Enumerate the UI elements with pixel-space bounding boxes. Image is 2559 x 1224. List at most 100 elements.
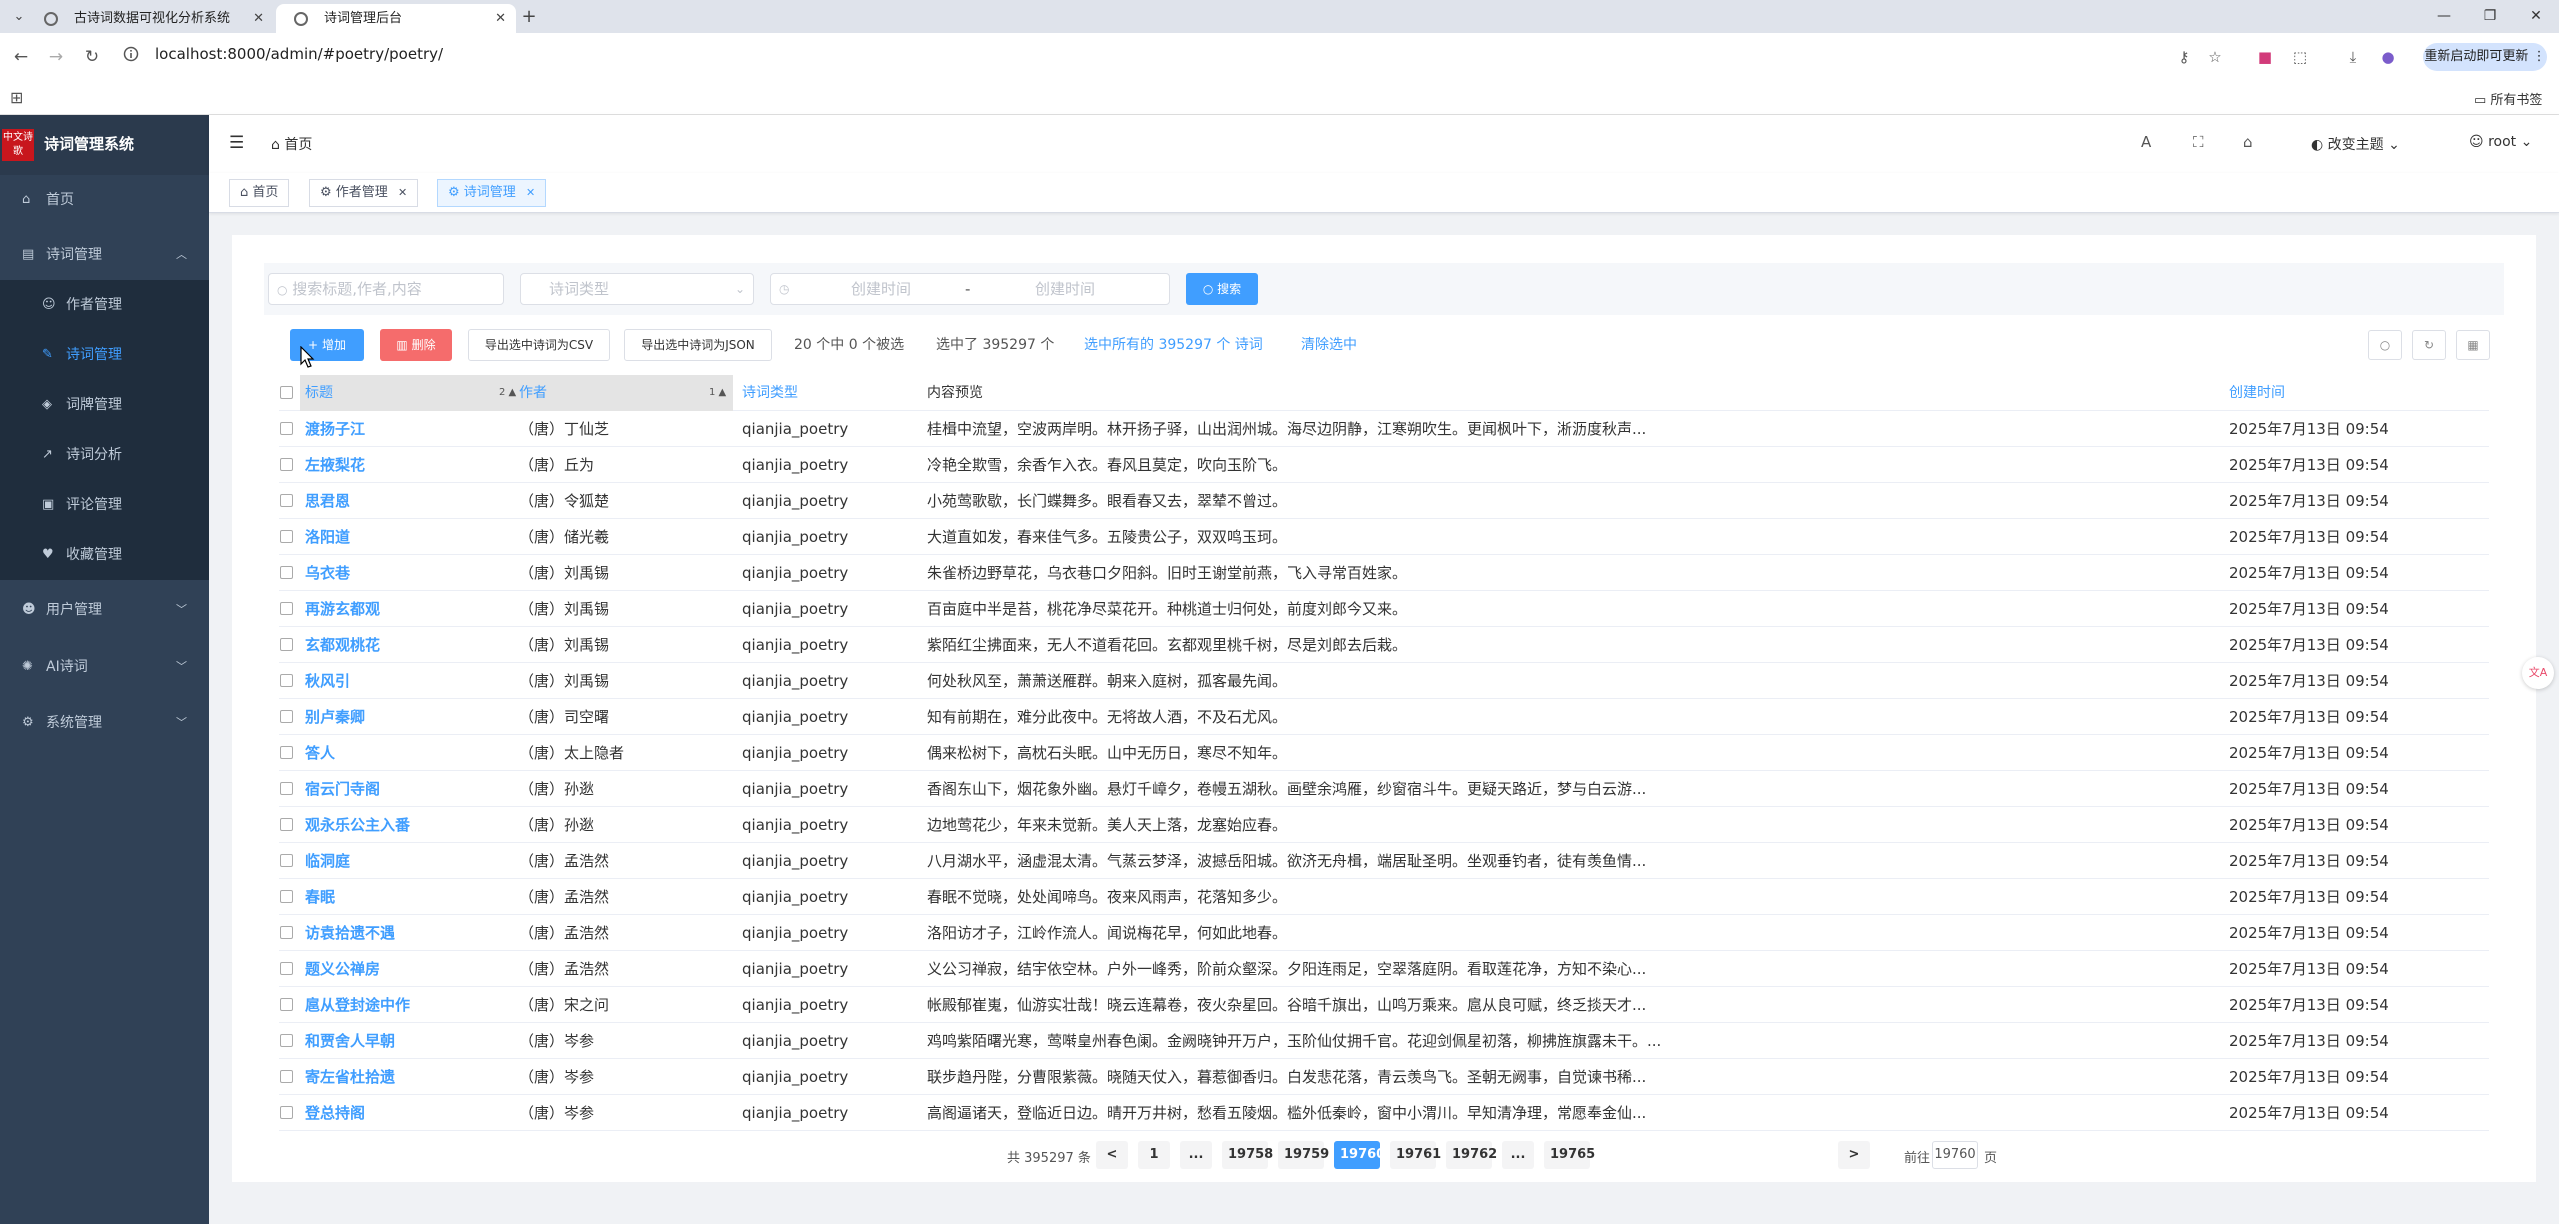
column-type[interactable]: 诗词类型	[742, 375, 798, 411]
cell-title[interactable]: 秋风引	[305, 663, 505, 699]
delete-button[interactable]: ▥ 删除	[380, 329, 452, 361]
browser-tab-visual[interactable]: 古诗词数据可视化分析系统 ✕	[26, 4, 274, 33]
sidebar-item-cipai[interactable]: ◈ 词牌管理	[0, 380, 209, 430]
close-icon[interactable]: ✕	[398, 186, 407, 199]
page-button[interactable]: 19765	[1544, 1141, 1595, 1169]
date-range-picker[interactable]: ◷ 创建时间 - 创建时间	[770, 273, 1170, 305]
fullscreen-icon[interactable]: ⛶	[2193, 133, 2204, 151]
translate-float-icon[interactable]: 文A	[2522, 657, 2554, 689]
tag-authors[interactable]: ⚙ 作者管理 ✕	[309, 179, 419, 207]
sidebar-item-poetry-group[interactable]: ▤ 诗词管理 ︿	[0, 230, 209, 280]
page-button[interactable]: 1	[1138, 1141, 1170, 1169]
sidebar-item-ai[interactable]: ✺ AI诗词 ﹀	[0, 642, 209, 692]
apps-grid-icon[interactable]: ⊞	[10, 88, 23, 107]
minimize-icon[interactable]: —	[2424, 4, 2464, 28]
export-json-button[interactable]: 导出选中诗词为JSON	[624, 329, 772, 361]
page-ellipsis[interactable]: ...	[1180, 1141, 1212, 1169]
tag-home[interactable]: ⌂ 首页	[229, 179, 290, 207]
row-checkbox[interactable]	[280, 1070, 293, 1083]
cell-title[interactable]: 别卢秦卿	[305, 699, 505, 735]
sidebar-item-system[interactable]: ⚙ 系统管理 ﹀	[0, 698, 209, 748]
row-checkbox[interactable]	[280, 494, 293, 507]
cell-title[interactable]: 洛阳道	[305, 519, 505, 555]
select-all-link[interactable]: 选中所有的 395297 个 诗词	[1084, 334, 1263, 354]
page-button[interactable]: 19760	[1334, 1141, 1385, 1169]
extension-translate-icon[interactable]: ■	[2253, 45, 2277, 69]
cell-title[interactable]: 左掖梨花	[305, 447, 505, 483]
sidebar-item-poetry[interactable]: ✎ 诗词管理	[0, 330, 209, 380]
row-checkbox[interactable]	[280, 926, 293, 939]
window-close-icon[interactable]: ✕	[2516, 4, 2556, 28]
cell-title[interactable]: 和贾舍人早朝	[305, 1023, 505, 1059]
row-checkbox[interactable]	[280, 422, 293, 435]
profile-icon[interactable]: ●	[2376, 45, 2400, 69]
prev-page-button[interactable]: <	[1096, 1141, 1128, 1169]
sidebar-item-analysis[interactable]: ↗ 诗词分析	[0, 430, 209, 480]
cell-title[interactable]: 春眠	[305, 879, 505, 915]
sidebar-item-authors[interactable]: ☺ 作者管理	[0, 280, 209, 330]
page-button[interactable]: 19758	[1222, 1141, 1273, 1169]
table-search-button[interactable]: ○	[2368, 330, 2402, 360]
row-checkbox[interactable]	[280, 782, 293, 795]
cell-title[interactable]: 登总持阁	[305, 1095, 505, 1131]
font-size-icon[interactable]: A	[2141, 133, 2151, 151]
cell-title[interactable]: 题义公禅房	[305, 951, 505, 987]
select-all-checkbox[interactable]	[280, 386, 293, 399]
home-icon[interactable]: ⌂	[2243, 133, 2253, 151]
star-icon[interactable]: ☆	[2203, 45, 2227, 69]
goto-page-input[interactable]: 19760	[1932, 1141, 1978, 1169]
row-checkbox[interactable]	[280, 530, 293, 543]
cell-title[interactable]: 思君恩	[305, 483, 505, 519]
site-info-icon[interactable]	[123, 46, 139, 62]
menu-toggle-icon[interactable]: ☰	[229, 133, 244, 153]
row-checkbox[interactable]	[280, 602, 293, 615]
export-csv-button[interactable]: 导出选中诗词为CSV	[468, 329, 610, 361]
row-checkbox[interactable]	[280, 1106, 293, 1119]
row-checkbox[interactable]	[280, 1034, 293, 1047]
row-checkbox[interactable]	[280, 566, 293, 579]
sidebar-item-users[interactable]: ☻ 用户管理 ﹀	[0, 585, 209, 635]
page-button[interactable]: 19759	[1278, 1141, 1329, 1169]
start-date-input[interactable]: 创建时间	[851, 274, 911, 304]
user-dropdown[interactable]: ☺ root ⌄	[2469, 134, 2532, 150]
end-date-input[interactable]: 创建时间	[1035, 274, 1095, 304]
next-page-button[interactable]: >	[1838, 1141, 1870, 1169]
cell-title[interactable]: 答人	[305, 735, 505, 771]
url-text[interactable]: localhost:8000/admin/#poetry/poetry/	[155, 45, 443, 63]
sidebar-item-home[interactable]: ⌂ 首页	[0, 175, 209, 225]
key-icon[interactable]: ⚷	[2172, 45, 2196, 69]
page-ellipsis[interactable]: ...	[1502, 1141, 1534, 1169]
cell-title[interactable]: 寄左省杜拾遗	[305, 1059, 505, 1095]
new-tab-icon[interactable]: +	[518, 6, 540, 28]
search-button[interactable]: ○ 搜索	[1186, 273, 1258, 305]
download-icon[interactable]: ⤓	[2341, 45, 2365, 69]
cell-title[interactable]: 观永乐公主入番	[305, 807, 505, 843]
all-bookmarks[interactable]: ▭ 所有书签	[2474, 89, 2542, 108]
sidebar-item-comments[interactable]: ▣ 评论管理	[0, 480, 209, 530]
row-checkbox[interactable]	[280, 854, 293, 867]
clear-selection-link[interactable]: 清除选中	[1301, 334, 1357, 354]
back-icon[interactable]: ←	[10, 46, 32, 68]
author-sort-indicator[interactable]: 1 ▲	[709, 375, 726, 411]
type-select[interactable]: 诗词类型 ⌄	[520, 273, 754, 305]
page-button[interactable]: 19761	[1390, 1141, 1441, 1169]
sidebar-item-favorites[interactable]: ♥ 收藏管理	[0, 530, 209, 580]
browser-tab-admin[interactable]: 诗词管理后台 ✕	[276, 4, 516, 33]
cell-title[interactable]: 玄都观桃花	[305, 627, 505, 663]
close-icon[interactable]: ✕	[253, 4, 264, 33]
column-created[interactable]: 创建时间	[2229, 375, 2285, 411]
cell-title[interactable]: 宿云门寺阁	[305, 771, 505, 807]
row-checkbox[interactable]	[280, 998, 293, 1011]
update-button[interactable]: 重新启动即可更新 ⋮	[2423, 43, 2547, 71]
row-checkbox[interactable]	[280, 818, 293, 831]
tag-poetry[interactable]: ⚙ 诗词管理 ✕	[437, 179, 547, 207]
cell-title[interactable]: 访袁拾遗不遇	[305, 915, 505, 951]
breadcrumb[interactable]: ⌂ 首页	[271, 134, 312, 154]
page-button[interactable]: 19762	[1446, 1141, 1497, 1169]
row-checkbox[interactable]	[280, 458, 293, 471]
row-checkbox[interactable]	[280, 674, 293, 687]
cell-title[interactable]: 再游玄都观	[305, 591, 505, 627]
puzzle-icon[interactable]: ⬚	[2288, 45, 2312, 69]
column-author[interactable]: 作者	[519, 375, 547, 411]
row-checkbox[interactable]	[280, 710, 293, 723]
